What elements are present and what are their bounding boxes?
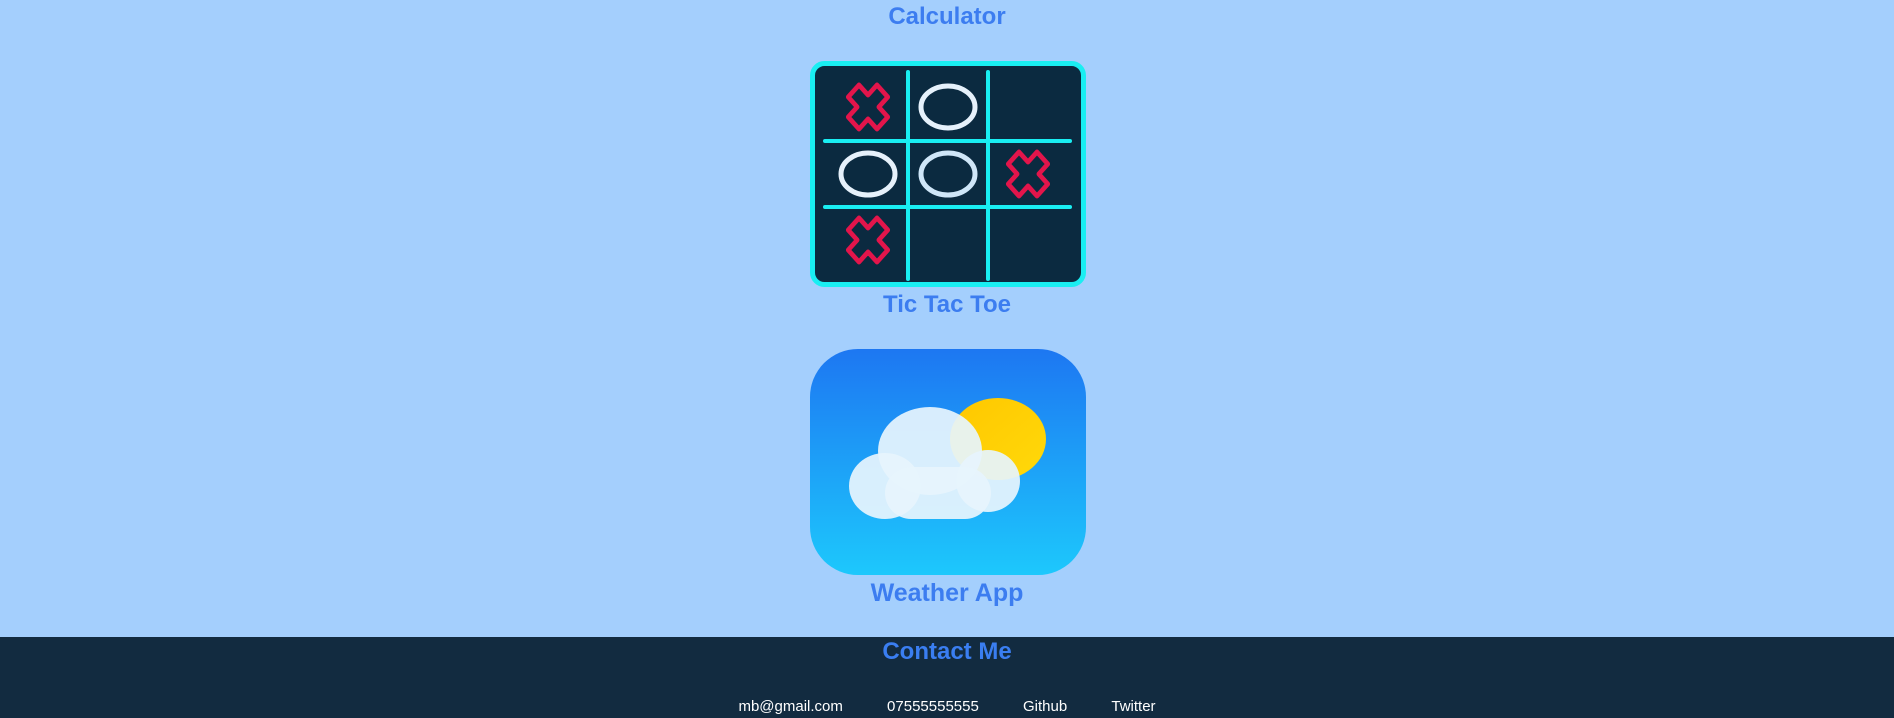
github-link[interactable]: Github <box>1023 698 1067 715</box>
twitter-link[interactable]: Twitter <box>1111 698 1155 715</box>
projects-section: Calculator Tic Tac Toe Weather App <box>0 0 1894 637</box>
weather-cloud-sun-icon[interactable] <box>810 349 1086 575</box>
calculator-title[interactable]: Calculator <box>0 2 1894 32</box>
contact-title: Contact Me <box>882 638 1012 665</box>
contact-links: mb@gmail.com 07555555555 Github Twitter <box>0 697 1894 717</box>
phone-link[interactable]: 07555555555 <box>887 698 979 715</box>
weather-app-title[interactable]: Weather App <box>0 578 1894 608</box>
email-link[interactable]: mb@gmail.com <box>738 698 842 715</box>
tic-tac-toe-title[interactable]: Tic Tac Toe <box>0 290 1894 320</box>
contact-footer: Contact Me mb@gmail.com 07555555555 Gith… <box>0 637 1894 718</box>
tic-tac-toe-board-icon[interactable] <box>810 61 1086 287</box>
